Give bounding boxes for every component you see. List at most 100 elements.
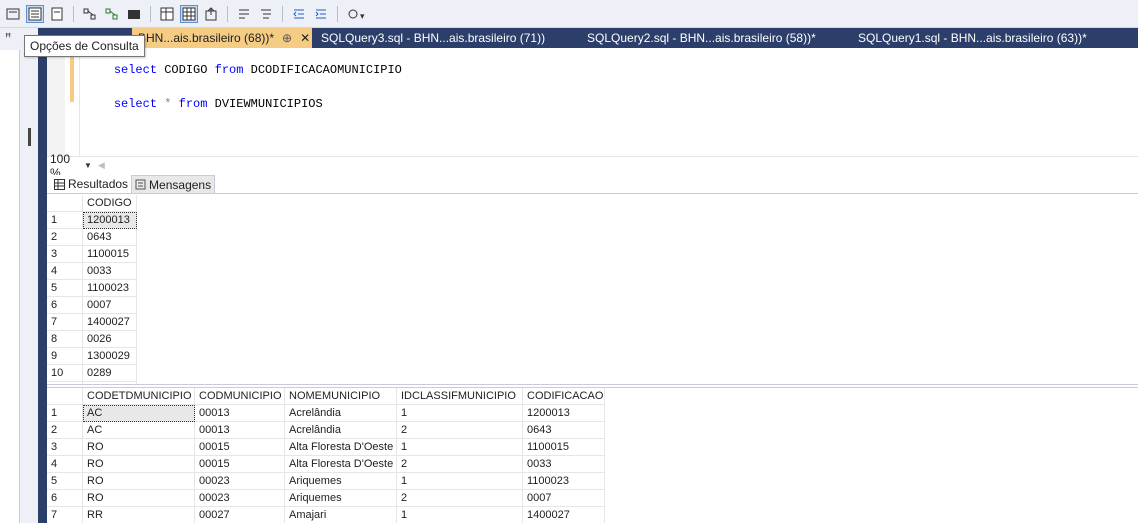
results-to-file-icon[interactable] <box>158 5 176 23</box>
table-row[interactable]: 8 0026 <box>47 331 137 348</box>
column-header-idclassifmunicipio[interactable]: IDCLASSIFMUNICIPIO <box>397 388 523 405</box>
scroll-left-icon[interactable]: ◀ <box>98 160 105 171</box>
grid-cell[interactable]: 1400027 <box>83 314 137 331</box>
tab-pin-icon[interactable]: ⊕ <box>282 28 292 48</box>
grid-cell[interactable]: 0643 <box>83 229 137 246</box>
column-header-codigo[interactable]: CODIGO <box>83 195 137 212</box>
grid-cell[interactable]: 00015 <box>195 439 285 456</box>
table-row[interactable]: 6 RO 00023 Ariquemes 2 0007 <box>47 490 605 507</box>
column-header-codificacao[interactable]: CODIFICACAO <box>523 388 605 405</box>
tab-sqlquery2[interactable]: SQLQuery2.sql - BHN...ais.brasileiro (58… <box>581 28 822 48</box>
grid-cell[interactable]: 0026 <box>83 331 137 348</box>
increase-indent-icon[interactable] <box>312 5 330 23</box>
specify-values-icon[interactable]: ▾ <box>345 5 371 23</box>
grid-cell[interactable]: Acrelândia <box>285 405 397 422</box>
table-row[interactable]: 5 1100023 <box>47 280 137 297</box>
grid-cell[interactable]: Amajari <box>285 507 397 523</box>
grid-cell[interactable]: 1200013 <box>83 212 137 229</box>
grid-cell[interactable]: RO <box>83 456 195 473</box>
tab-close-icon[interactable]: ✕ <box>300 28 310 48</box>
toolbar-separator <box>227 5 228 22</box>
grid-cell[interactable]: 1100015 <box>523 439 605 456</box>
grid-cell[interactable]: 1 <box>397 405 523 422</box>
decrease-indent-icon[interactable] <box>290 5 308 23</box>
comment-icon[interactable] <box>235 5 253 23</box>
grid-cell[interactable]: Alta Floresta D'Oeste <box>285 439 397 456</box>
grid-cell[interactable]: 1 <box>397 473 523 490</box>
grid-cell[interactable]: 00013 <box>195 422 285 439</box>
results-to-text-icon[interactable] <box>26 4 44 23</box>
grid-cell[interactable]: AC <box>83 422 195 439</box>
grid-cell[interactable]: 00023 <box>195 473 285 490</box>
tab-results[interactable]: Resultados <box>51 175 132 193</box>
table-row[interactable]: 7 RR 00027 Amajari 1 1400027 <box>47 507 605 523</box>
grid-cell[interactable]: RO <box>83 490 195 507</box>
grid-cell[interactable]: 0007 <box>523 490 605 507</box>
grid-cell[interactable]: 0033 <box>523 456 605 473</box>
table-row[interactable]: 2 AC 00013 Acrelândia 2 0643 <box>47 422 605 439</box>
zoom-dropdown-icon[interactable]: ▼ <box>84 161 92 170</box>
grid-cell[interactable]: Ariquemes <box>285 490 397 507</box>
results-grid-2[interactable]: CODETDMUNICIPIO CODMUNICIPIO NOMEMUNICIP… <box>47 388 1138 523</box>
grid-cell[interactable]: 2 <box>397 456 523 473</box>
splitter-grip[interactable] <box>28 128 31 146</box>
grid-cell[interactable]: 00015 <box>195 456 285 473</box>
results-grid-1[interactable]: CODIGO 1 1200013 2 0643 3 1100015 4 0033 5 110002… <box>47 195 1138 384</box>
table-row[interactable]: 7 1400027 <box>47 314 137 331</box>
table-row[interactable]: 10 0289 <box>47 365 137 382</box>
table-row[interactable]: 2 0643 <box>47 229 137 246</box>
grid-cell[interactable]: 1400027 <box>523 507 605 523</box>
results-to-grid-icon[interactable] <box>48 5 66 23</box>
client-stats-icon[interactable] <box>125 5 143 23</box>
table-row[interactable]: 1 1200013 <box>47 212 137 229</box>
grid-cell[interactable]: 1100023 <box>523 473 605 490</box>
grid-cell[interactable]: RR <box>83 507 195 523</box>
tab-messages[interactable]: Mensagens <box>131 175 216 193</box>
table-row[interactable]: 3 1100015 <box>47 246 137 263</box>
grid-cell[interactable]: 0033 <box>83 263 137 280</box>
grid-cell[interactable]: 1100015 <box>83 246 137 263</box>
uncomment-icon[interactable] <box>257 5 275 23</box>
grid-cell[interactable]: 2 <box>397 422 523 439</box>
code-line-2[interactable]: select * from DVIEWMUNICIPIOS <box>85 83 323 125</box>
export-icon[interactable] <box>202 5 220 23</box>
row-number: 3 <box>47 246 83 263</box>
grid-cell[interactable]: 1300029 <box>83 348 137 365</box>
column-header-nomemunicipio[interactable]: NOMEMUNICIPIO <box>285 388 397 405</box>
table-row[interactable]: 9 1300029 <box>47 348 137 365</box>
grid-cell[interactable]: 00013 <box>195 405 285 422</box>
query-options-icon[interactable] <box>4 5 22 23</box>
grid-cell[interactable]: AC <box>83 405 195 422</box>
column-header-codmunicipio[interactable]: CODMUNICIPIO <box>195 388 285 405</box>
table-row[interactable]: 6 0007 <box>47 297 137 314</box>
tab-sqlquery1[interactable]: SQLQuery1.sql - BHN...ais.brasileiro (63… <box>852 28 1093 48</box>
grid-cell[interactable]: 00023 <box>195 490 285 507</box>
grid-cell[interactable]: 0643 <box>523 422 605 439</box>
table-row[interactable]: 5 RO 00023 Ariquemes 1 1100023 <box>47 473 605 490</box>
grid-cell[interactable]: Alta Floresta D'Oeste <box>285 456 397 473</box>
live-stats-icon[interactable] <box>103 5 121 23</box>
grid-cell[interactable]: 1200013 <box>523 405 605 422</box>
grid-cell[interactable]: 00027 <box>195 507 285 523</box>
pin-icon[interactable]: ꟸ <box>5 31 11 44</box>
tab-sqlquery3[interactable]: SQLQuery3.sql - BHN...ais.brasileiro (71… <box>315 28 551 48</box>
table-row[interactable]: 1 AC 00013 Acrelândia 1 1200013 <box>47 405 605 422</box>
table-row[interactable]: 3 RO 00015 Alta Floresta D'Oeste 1 1100015 <box>47 439 605 456</box>
grid-results-icon[interactable] <box>180 4 198 23</box>
grid-cell[interactable]: RO <box>83 439 195 456</box>
grid-cell[interactable]: 2 <box>397 490 523 507</box>
table-row[interactable]: 4 0033 <box>47 263 137 280</box>
grid-cell[interactable]: 1 <box>397 507 523 523</box>
grid-cell[interactable]: 0007 <box>83 297 137 314</box>
query-editor[interactable]: select CODIGO from DCODIFICACAOMUNICIPIO… <box>47 48 1138 156</box>
grid-cell[interactable]: 1100023 <box>83 280 137 297</box>
tab-sqlquery4[interactable]: BHN...ais.brasileiro (68))* ⊕ ✕ <box>132 28 312 48</box>
grid-cell[interactable]: Ariquemes <box>285 473 397 490</box>
grid-cell[interactable]: RO <box>83 473 195 490</box>
grid-cell[interactable]: 0289 <box>83 365 137 382</box>
include-plan-icon[interactable] <box>81 5 99 23</box>
grid-cell[interactable]: 1 <box>397 439 523 456</box>
column-header-codetdmunicipio[interactable]: CODETDMUNICIPIO <box>83 388 195 405</box>
grid-cell[interactable]: Acrelândia <box>285 422 397 439</box>
table-row[interactable]: 4 RO 00015 Alta Floresta D'Oeste 2 0033 <box>47 456 605 473</box>
